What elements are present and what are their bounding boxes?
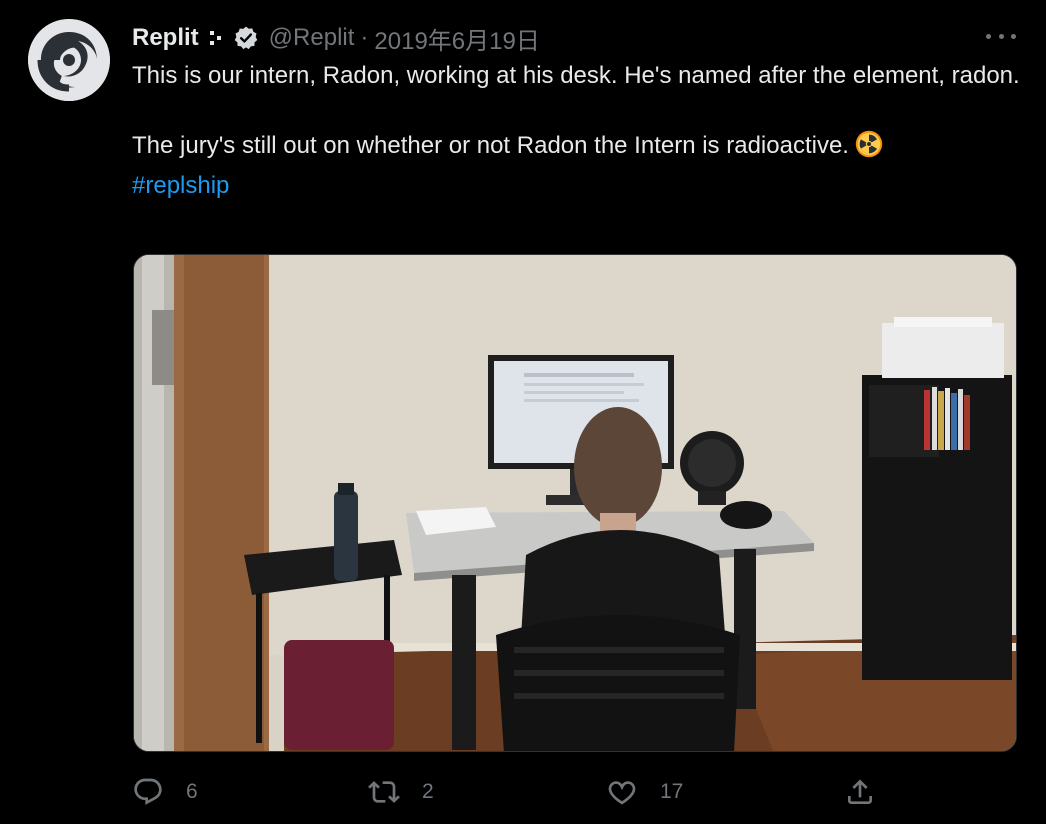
tweet-actions: 6 2 17 (132, 770, 892, 814)
reply-count: 6 (186, 780, 198, 803)
retweet-count: 2 (422, 780, 434, 803)
replit-logo-icon (28, 19, 110, 101)
more-dot (998, 33, 1004, 39)
retweet-button[interactable]: 2 (368, 770, 434, 814)
tweet-photo[interactable] (133, 254, 1017, 752)
like-count: 17 (660, 780, 684, 803)
share-icon (848, 779, 872, 804)
tweet-line-2: The jury's still out on whether or not R… (132, 128, 1022, 168)
hashtag-link[interactable]: #replship (132, 172, 229, 199)
photo-scene (134, 255, 1016, 751)
heart-icon (608, 781, 636, 805)
more-dot (986, 33, 991, 39)
timestamp[interactable]: 2019年6月19日 (374, 21, 539, 56)
separator: · (360, 24, 369, 51)
tweet-text: This is our intern, Radon, working at hi… (132, 58, 1022, 203)
reply-icon (134, 778, 162, 805)
more-dot (1011, 33, 1016, 39)
display-name[interactable]: Replit (132, 24, 199, 52)
verified-badge-icon[interactable] (233, 25, 259, 51)
retweet-icon (368, 781, 400, 803)
avatar[interactable] (28, 19, 110, 101)
more-options-button[interactable] (986, 26, 1016, 46)
share-button[interactable] (844, 770, 876, 814)
tweet-header: Replit @Replit · 2019年6月19日 (132, 21, 540, 56)
replit-affiliate-icon[interactable] (209, 28, 225, 48)
handle[interactable]: @Replit (269, 24, 355, 52)
tweet-line-2-text: The jury's still out on whether or not R… (132, 132, 849, 159)
like-button[interactable]: 17 (606, 770, 683, 814)
reply-button[interactable]: 6 (132, 770, 198, 814)
radioactive-emoji-icon (855, 130, 883, 168)
tweet-line-1: This is our intern, Radon, working at hi… (132, 62, 1020, 89)
